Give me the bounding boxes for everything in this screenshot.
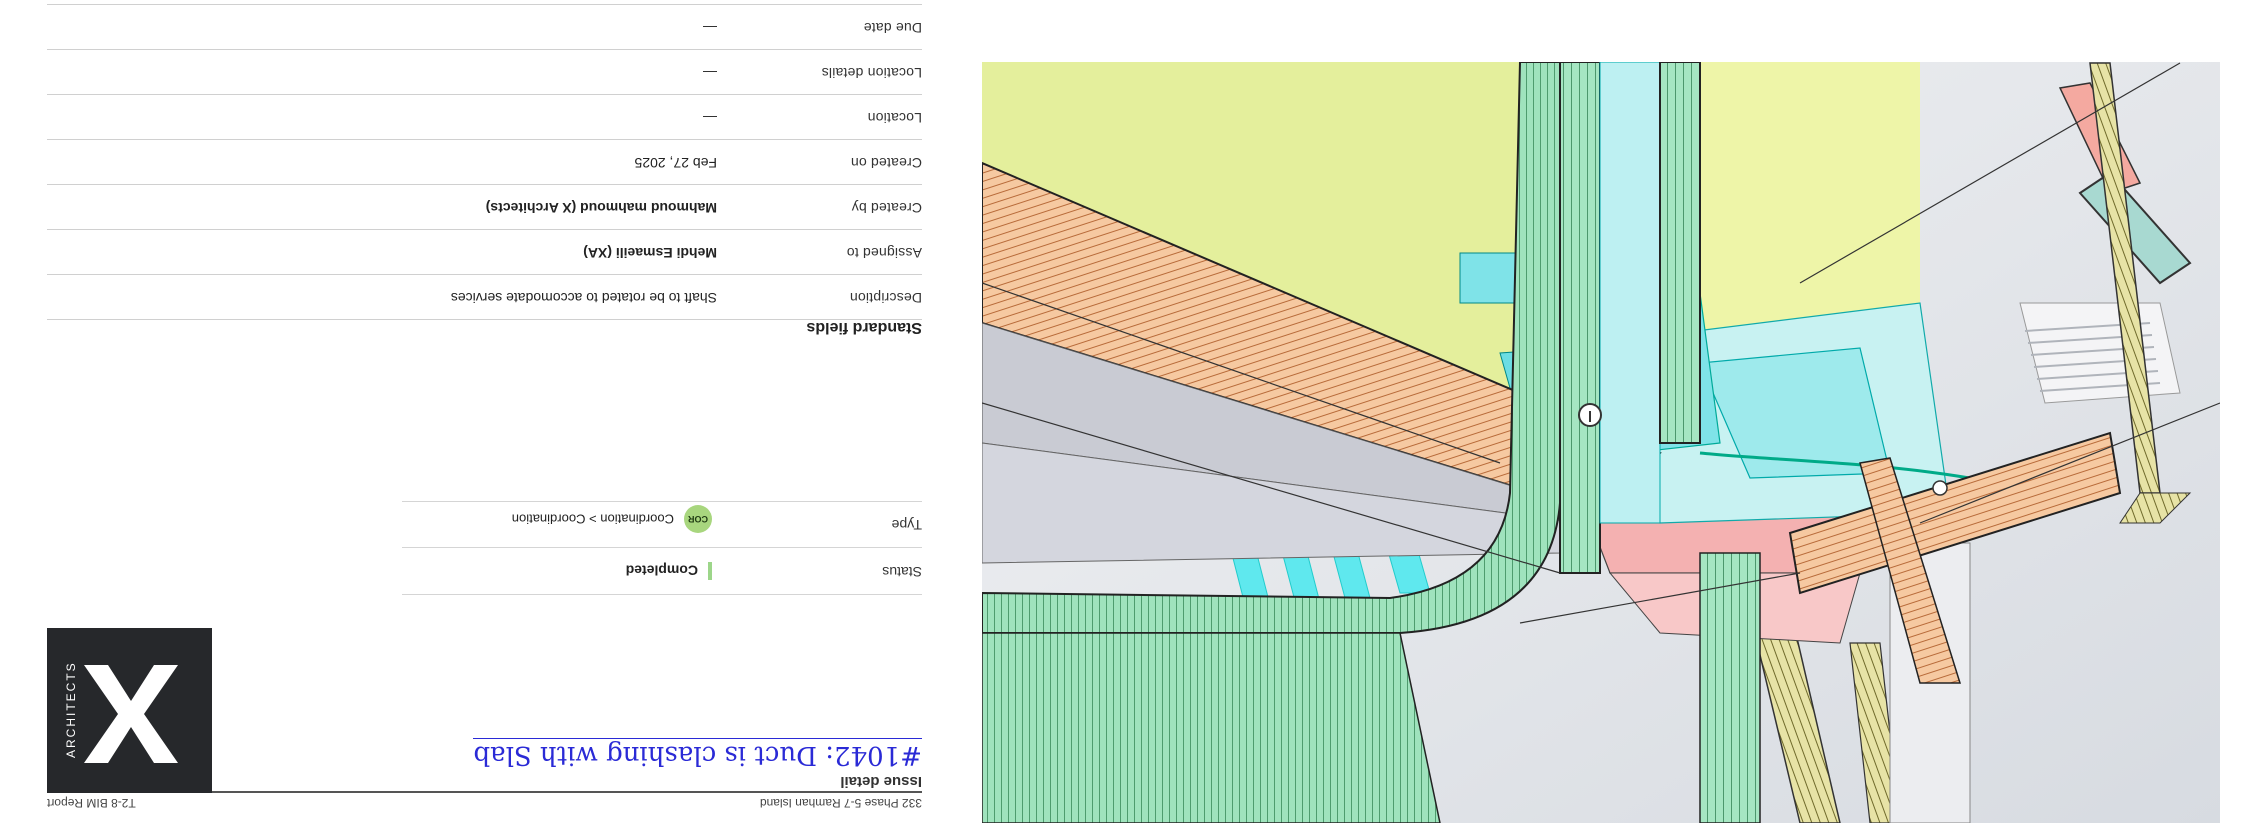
field-row: Assigned to Mehdi Esmaeili (XA)	[47, 229, 922, 275]
type-value: Coordination > Coordination	[511, 511, 674, 527]
type-row-divider	[402, 501, 922, 502]
status-row: Status Completed	[402, 547, 922, 595]
field-value: —	[703, 110, 717, 126]
clash-render-image	[982, 62, 2220, 823]
field-value: Feb 27, 2025	[634, 155, 717, 171]
field-row: Description Shaft to be rotated to accomo…	[47, 274, 922, 320]
logo-wordmark: ARCHITECTS	[64, 661, 78, 759]
type-label: Type	[891, 517, 922, 533]
status-color-indicator	[708, 561, 712, 580]
issue-pin-icon	[1578, 403, 1602, 427]
report-name: T2-8 BIM Report	[47, 796, 136, 810]
field-label: Description	[849, 290, 922, 306]
type-row: Type COR Coordination > Coordination	[402, 501, 922, 548]
standard-fields-heading: Standard fields	[806, 319, 922, 336]
field-value: Mahmoud mahmoud (X Architects)	[485, 200, 717, 216]
field-value: Shaft to be rotated to accomodate servic…	[450, 290, 717, 306]
issue-report-panel: 332 Phase 5-7 Ramhan Island T2-8 BIM Rep…	[47, 0, 922, 838]
field-row: Created by Mahmoud mahmoud (X Architects)	[47, 184, 922, 230]
type-badge: COR	[684, 505, 712, 533]
field-row: Location details —	[47, 49, 922, 95]
issue-title-link[interactable]: #1042: Duct is clashing with Slab	[473, 738, 922, 770]
project-name: 332 Phase 5-7 Ramhan Island	[759, 796, 922, 810]
field-label: Created by	[851, 200, 922, 216]
status-value: Completed	[625, 562, 698, 579]
field-label: Due date	[863, 20, 922, 36]
field-row: Created on Feb 27, 2025	[47, 139, 922, 185]
field-label: Location details	[821, 65, 923, 81]
field-value: Mehdi Esmaeili (XA)	[583, 245, 717, 261]
status-label: Status	[882, 564, 922, 580]
field-value: —	[703, 20, 717, 36]
company-logo: ARCHITECTS	[47, 628, 212, 793]
report-header: 332 Phase 5-7 Ramhan Island T2-8 BIM Rep…	[47, 794, 922, 810]
field-label: Location	[867, 110, 922, 126]
field-row: Due date —	[47, 4, 922, 50]
field-label: Created on	[850, 155, 922, 171]
field-value: —	[703, 65, 717, 81]
field-label: Assigned to	[846, 245, 922, 261]
field-row: Location —	[47, 94, 922, 140]
report-page: 332 Phase 5-7 Ramhan Island T2-8 BIM Rep…	[0, 0, 2255, 838]
logo-x-icon	[84, 665, 178, 763]
section-label: Issue detail	[840, 773, 922, 790]
